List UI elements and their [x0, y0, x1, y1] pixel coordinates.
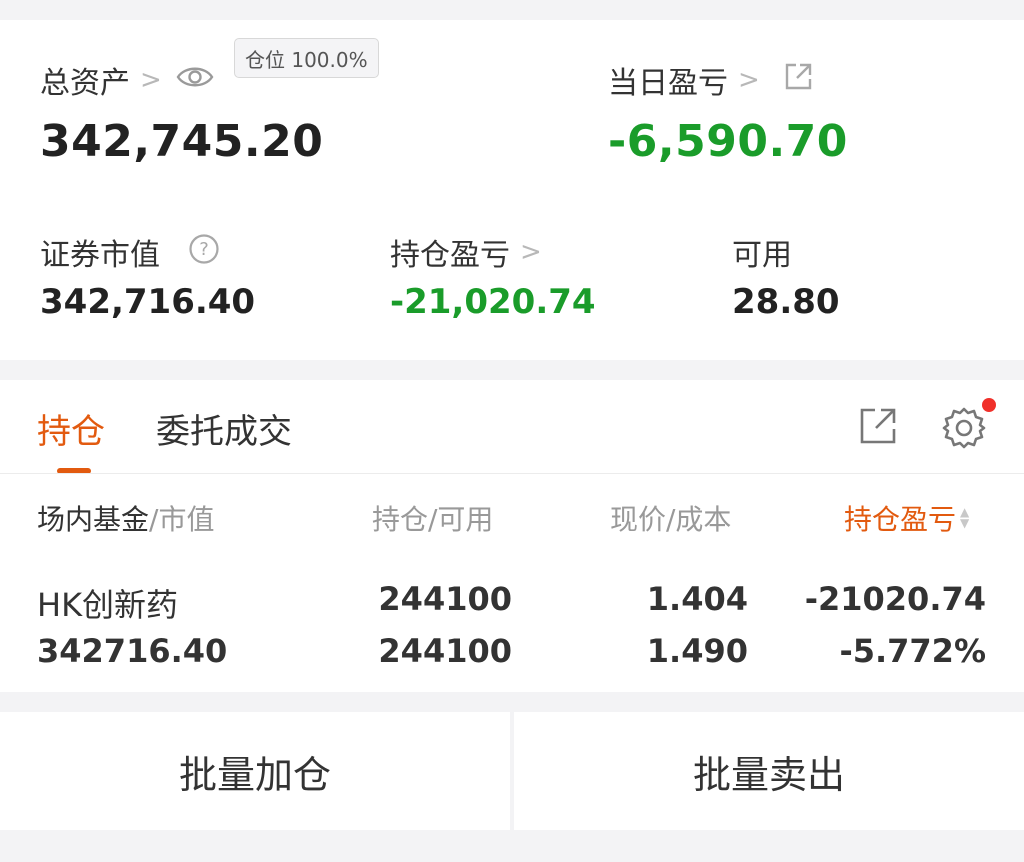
- total-assets-link[interactable]: 总资产 >: [40, 58, 162, 102]
- available-label: 可用: [732, 238, 792, 273]
- cost-price: 1.490: [646, 632, 748, 670]
- svg-text:?: ?: [199, 239, 209, 260]
- securities-value-label: 证券市值: [40, 238, 160, 273]
- chevron-right-icon: >: [738, 65, 760, 95]
- daily-pnl-label: 当日盈亏: [608, 66, 728, 101]
- export-icon[interactable]: [858, 406, 898, 450]
- batch-add-button[interactable]: 批量加仓: [0, 712, 510, 830]
- fund-market-value: 342716.40: [37, 632, 228, 670]
- holding-pnl-value: -21,020.74: [390, 282, 596, 322]
- column-header-fund: 场内基金/市值: [37, 498, 214, 538]
- chevron-right-icon: >: [520, 237, 542, 267]
- available-value: 28.80: [732, 282, 840, 322]
- column-header-price: 现价/成本: [610, 503, 732, 536]
- chevron-right-icon: >: [140, 65, 162, 95]
- total-assets-value: 342,745.20: [40, 116, 324, 167]
- tab-orders[interactable]: 委托成交: [156, 404, 292, 453]
- action-bar: 批量加仓 批量卖出: [0, 712, 1024, 830]
- securities-value: 342,716.40: [40, 282, 256, 322]
- holding-quantity: 244100: [378, 580, 512, 618]
- column-header-fund-main: 场内基金: [37, 503, 150, 536]
- holding-pnl-label: 持仓盈亏: [390, 238, 510, 273]
- eye-icon[interactable]: [176, 64, 214, 94]
- batch-sell-button[interactable]: 批量卖出: [514, 712, 1024, 830]
- current-price: 1.404: [646, 580, 748, 618]
- daily-pnl-value: -6,590.70: [608, 116, 848, 167]
- column-header-pnl-sort[interactable]: 持仓盈亏 ▲ ▼: [844, 498, 969, 538]
- daily-pnl-link[interactable]: 当日盈亏 >: [608, 58, 760, 102]
- fund-name: HK创新药: [37, 586, 179, 624]
- help-icon[interactable]: ?: [188, 233, 220, 269]
- positions-card: 持仓 委托成交 场内基金/市值 持仓/可用 现价/成本 持仓盈亏 ▲ ▼ HK创新…: [0, 380, 1024, 692]
- gear-icon[interactable]: [940, 404, 988, 456]
- share-icon[interactable]: [783, 62, 813, 96]
- holding-pnl-link[interactable]: 持仓盈亏 >: [390, 230, 542, 274]
- notification-dot: [982, 398, 996, 412]
- position-pnl-percent: -5.772%: [839, 632, 986, 670]
- sort-icon: ▲ ▼: [960, 505, 970, 530]
- position-pnl: -21020.74: [804, 580, 986, 618]
- securities-value-label-group: 证券市值: [40, 230, 160, 274]
- column-header-fund-sub: /市值: [149, 503, 215, 536]
- column-header-pnl: 持仓盈亏: [844, 503, 957, 536]
- column-header-holding: 持仓/可用: [372, 503, 494, 536]
- tab-divider: [0, 473, 1024, 474]
- tab-holdings[interactable]: 持仓: [37, 404, 105, 453]
- total-assets-label: 总资产: [40, 66, 130, 101]
- available-quantity: 244100: [378, 632, 512, 670]
- position-ratio-badge: 仓位 100.0%: [234, 38, 379, 78]
